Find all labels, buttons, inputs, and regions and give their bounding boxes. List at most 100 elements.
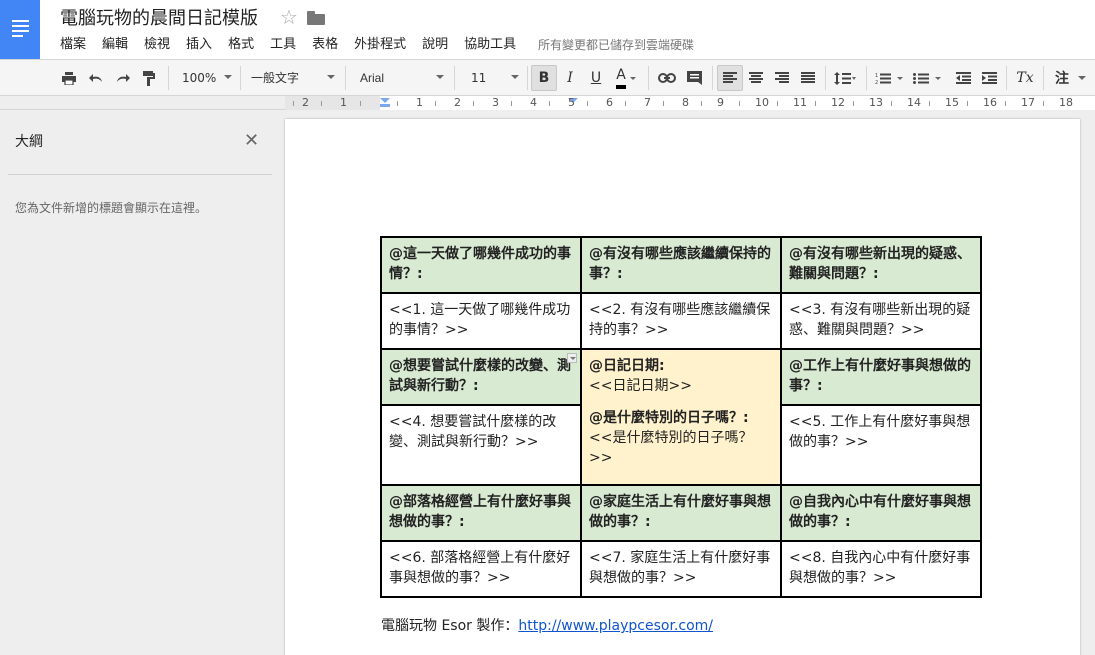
ruler-label: 7	[644, 96, 651, 109]
menu-bar: 檔案 編輯 檢視 插入 格式 工具 表格 外掛程式 說明 協助工具	[52, 36, 524, 54]
star-icon[interactable]: ☆	[280, 6, 298, 28]
outline-title: 大綱	[15, 134, 43, 150]
italic-button[interactable]: I	[557, 60, 583, 96]
clear-formatting-button[interactable]: Tx	[1012, 60, 1038, 96]
font-family-select[interactable]: Arial	[352, 60, 448, 96]
table-cell[interactable]: <<8. 自我內心中有什麼好事與想做的事？>>	[780, 540, 982, 598]
ruler-label: 16	[983, 96, 997, 109]
paragraph-style-select[interactable]: 一般文字	[243, 60, 339, 96]
close-icon[interactable]: ✕	[244, 131, 259, 151]
table-cell-header[interactable]: @想要嘗試什麼樣的改變、測試與新行動？:	[380, 348, 582, 406]
indent-marker-icon[interactable]	[380, 98, 390, 108]
undo-icon[interactable]	[83, 60, 109, 96]
table-cell-header[interactable]: @有沒有哪些應該繼續保持的事？:	[580, 236, 782, 294]
line-spacing-icon[interactable]	[830, 60, 860, 96]
save-status[interactable]: 所有變更都已儲存到雲端硬碟	[538, 36, 694, 54]
document-title[interactable]: 電腦玩物的晨間日記模版	[60, 8, 258, 30]
redo-icon[interactable]	[109, 60, 135, 96]
menu-table[interactable]: 表格	[304, 36, 346, 54]
table-cell[interactable]: <<2. 有沒有哪些應該繼續保持的事？>>	[580, 292, 782, 350]
menu-edit[interactable]: 編輯	[94, 36, 136, 54]
credit-line: 電腦玩物 Esor 製作：http://www.playpcesor.com/	[381, 617, 713, 635]
ruler-label: 18	[1059, 96, 1073, 109]
ruler-label: 8	[682, 96, 689, 109]
outline-hint: 您為文件新增的標題會顯示在這裡。	[15, 201, 208, 215]
increase-indent-icon[interactable]	[976, 60, 1002, 96]
menu-format[interactable]: 格式	[220, 36, 262, 54]
table-cell[interactable]: <<3. 有沒有哪些新出現的疑惑、難關與問題？>>	[780, 292, 982, 350]
bulleted-list-icon[interactable]	[910, 60, 946, 96]
table-cell-header[interactable]: @部落格經營上有什麼好事與想做的事？:	[380, 484, 582, 542]
ruler-margin	[285, 96, 380, 110]
ruler-label: 4	[530, 96, 537, 109]
menu-help[interactable]: 說明	[414, 36, 456, 54]
chevron-down-icon	[511, 75, 519, 79]
menu-insert[interactable]: 插入	[178, 36, 220, 54]
font-size-select[interactable]: 11	[463, 60, 523, 96]
folder-icon[interactable]	[307, 11, 325, 25]
menu-view[interactable]: 檢視	[136, 36, 178, 54]
chevron-down-icon	[224, 75, 232, 79]
ruler-label: 17	[1021, 96, 1035, 109]
ruler-label: 2	[302, 96, 309, 109]
table-cell-header[interactable]: @這一天做了哪幾件成功的事情？:	[380, 236, 582, 294]
ruler-label: 11	[793, 96, 807, 109]
table-cell[interactable]: <<1. 這一天做了哪幾件成功的事情？>>	[380, 292, 582, 350]
comment-icon[interactable]	[681, 60, 707, 96]
comment-mode-button[interactable]: 注	[1049, 60, 1075, 96]
ruler-label: 1	[340, 96, 347, 109]
journal-table[interactable]: @這一天做了哪幾件成功的事情？: @有沒有哪些應該繼續保持的事？: @有沒有哪些…	[380, 236, 982, 598]
table-cell-header[interactable]: @家庭生活上有什麼好事與想做的事？:	[580, 484, 782, 542]
divider	[8, 174, 272, 175]
underline-button[interactable]: U	[583, 60, 609, 96]
align-center-icon[interactable]	[743, 60, 769, 96]
table-cell[interactable]: <<5. 工作上有什麼好事與想做的事？>>	[780, 404, 982, 486]
docs-logo-icon[interactable]	[0, 0, 40, 59]
chevron-down-icon	[629, 76, 636, 80]
cell-text: @想要嘗試什麼樣的改變、測試與新行動？:	[389, 358, 571, 394]
paint-format-icon[interactable]	[136, 60, 162, 96]
menu-file[interactable]: 檔案	[52, 36, 94, 54]
cell-dropdown-icon[interactable]	[567, 353, 577, 363]
ruler-label: 2	[454, 96, 461, 109]
decrease-indent-icon[interactable]	[950, 60, 976, 96]
date-cell[interactable]: @日記日期: <<日記日期>> @是什麼特別的日子嗎？: <<是什麼特別的日子嗎…	[580, 348, 782, 486]
credit-link[interactable]: http://www.playpcesor.com/	[518, 618, 713, 634]
text-color-button[interactable]: A	[610, 60, 642, 96]
ruler-label: 9	[717, 96, 724, 109]
ruler-label: 12	[831, 96, 845, 109]
menu-tools[interactable]: 工具	[262, 36, 304, 54]
bold-button[interactable]: B	[531, 65, 557, 91]
chevron-down-icon	[327, 75, 335, 79]
table-cell[interactable]: <<6. 部落格經營上有什麼好事與想做的事？>>	[380, 540, 582, 598]
zoom-select[interactable]: 100%	[174, 60, 236, 96]
svg-text:1: 1	[875, 73, 878, 79]
menu-accessibility[interactable]: 協助工具	[456, 36, 524, 54]
table-cell[interactable]: <<4. 想要嘗試什麼樣的改變、測試與新行動？>>	[380, 404, 582, 486]
ruler-label: 5	[568, 96, 575, 109]
special-day-label: @是什麼特別的日子嗎？:	[589, 410, 749, 426]
horizontal-ruler[interactable]: 2 1 1 2 3 4 5 6 7 8 9 10 11 12 13 14 15 …	[285, 96, 1095, 110]
toolbar: 100% 一般文字 Arial 11 B I U A 12 Tx 注	[0, 59, 1095, 96]
credit-text: 電腦玩物 Esor 製作：	[381, 618, 519, 634]
numbered-list-icon[interactable]: 12	[872, 60, 908, 96]
ruler-label: 3	[492, 96, 499, 109]
menu-addons[interactable]: 外掛程式	[346, 36, 414, 54]
table-cell-header[interactable]: @自我內心中有什麼好事與想做的事？:	[780, 484, 982, 542]
date-value: <<日記日期>>	[589, 378, 692, 394]
title-bar: 電腦玩物的晨間日記模版 ☆ 檔案 編輯 檢視 插入 格式 工具 表格 外掛程式 …	[0, 0, 1095, 60]
ruler-label: 13	[869, 96, 883, 109]
chevron-down-icon	[436, 75, 444, 79]
align-justify-icon[interactable]	[795, 60, 821, 96]
ruler-label: 10	[755, 96, 769, 109]
align-right-icon[interactable]	[769, 60, 795, 96]
table-cell-header[interactable]: @工作上有什麼好事與想做的事？:	[780, 348, 982, 406]
table-cell[interactable]: <<7. 家庭生活上有什麼好事與想做的事？>>	[580, 540, 782, 598]
ruler-label: 6	[606, 96, 613, 109]
link-icon[interactable]	[654, 60, 680, 96]
chevron-down-icon[interactable]	[1077, 60, 1087, 96]
ruler-label: 15	[945, 96, 959, 109]
align-left-icon[interactable]	[717, 65, 743, 91]
print-icon[interactable]	[56, 60, 82, 96]
table-cell-header[interactable]: @有沒有哪些新出現的疑惑、難關與問題？:	[780, 236, 982, 294]
